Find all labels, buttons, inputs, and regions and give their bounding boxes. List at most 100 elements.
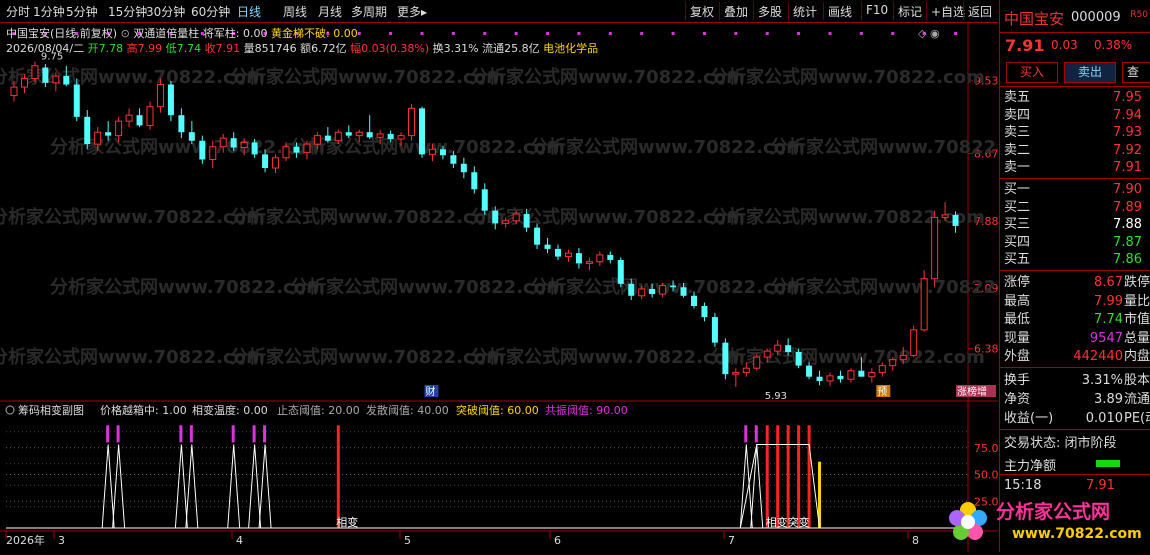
- candle-body: [31, 65, 39, 80]
- stat2-row: 换手 3.31% 股本: [1002, 372, 1150, 390]
- sub-header-item: 筹码相变副图: [18, 403, 84, 417]
- period-tab-5[interactable]: 60分钟: [191, 3, 230, 20]
- stat2-label-2: 流通: [1124, 392, 1150, 407]
- period-tab-2[interactable]: 5分钟: [66, 3, 98, 20]
- stat-row: 现量 9547 总量: [1002, 330, 1150, 348]
- candle-body: [596, 254, 604, 263]
- candle-body: [847, 370, 855, 380]
- candle-body: [564, 252, 572, 258]
- candle-body: [293, 146, 300, 153]
- bid-row[interactable]: 买三 7.88: [1002, 217, 1148, 233]
- ask-label: 卖五: [1004, 90, 1031, 105]
- period-tab-10[interactable]: 更多▸: [397, 3, 427, 20]
- candle-body: [826, 375, 834, 382]
- period-tab-7[interactable]: 周线: [283, 3, 307, 20]
- candle-body: [136, 115, 143, 126]
- bid-price: 7.90: [1113, 182, 1142, 197]
- tool-button-5[interactable]: F10: [866, 3, 888, 17]
- period-tab-3[interactable]: 15分钟: [108, 3, 147, 20]
- buy-button[interactable]: 买入: [1006, 62, 1058, 83]
- candle-body: [439, 149, 446, 156]
- signal-dot: [671, 32, 675, 35]
- candle-body: [763, 350, 771, 358]
- bid-row[interactable]: 买五 7.86: [1002, 252, 1148, 268]
- sub-breakout-bar: [765, 425, 769, 528]
- candle-body: [753, 356, 761, 369]
- indicator-name[interactable]: 双通道倍量柱: [133, 27, 199, 40]
- ask-row[interactable]: 卖二 7.92: [1002, 143, 1148, 159]
- ask-row[interactable]: 卖一 7.91: [1002, 160, 1148, 176]
- period-tab-8[interactable]: 月线: [318, 3, 342, 20]
- bid-row[interactable]: 买二 7.89: [1002, 200, 1148, 216]
- ask-row[interactable]: 卖五 7.95: [1002, 90, 1148, 106]
- dropdown-icon[interactable]: ⊙: [121, 27, 130, 40]
- tool-button-7[interactable]: +自选: [931, 3, 965, 20]
- watermark-text: 分析家公式网www.70822.com: [0, 346, 265, 368]
- tool-button-8[interactable]: 返回: [968, 3, 992, 20]
- tool-button-2[interactable]: 多股: [758, 3, 782, 20]
- ask-label: 卖一: [1004, 160, 1031, 175]
- bid-price: 7.86: [1113, 252, 1142, 267]
- ask-label: 卖二: [1004, 142, 1031, 158]
- candle-body: [240, 141, 248, 149]
- candle-body: [105, 132, 112, 136]
- candle-body: [387, 133, 394, 140]
- stat-label: 外盘: [1004, 349, 1031, 364]
- period-tab-9[interactable]: 多周期: [351, 3, 387, 20]
- kline-chart[interactable]: 9.538.677.887.096.38分析家公式网www.70822.com分…: [0, 23, 1045, 552]
- ask-label: 卖三: [1004, 125, 1031, 140]
- candle-body: [816, 376, 823, 381]
- low-label: 低7.74: [165, 42, 202, 55]
- x-axis-label: 4: [236, 534, 243, 547]
- watermark-text: 分析家公式网www.70822.com: [470, 66, 745, 88]
- candle-body: [795, 352, 802, 366]
- stat2-value: 0.010: [1085, 411, 1123, 426]
- bid-row[interactable]: 买四 7.87: [1002, 235, 1148, 251]
- stat-label: 现量: [1004, 330, 1031, 346]
- stat2-label-2: PE(动: [1124, 411, 1150, 426]
- stat-value: 8.67: [1094, 275, 1123, 290]
- stat2-label: 换手: [1004, 373, 1031, 388]
- signal-dot: [451, 32, 455, 35]
- candle-body: [125, 114, 133, 122]
- period-tab-4[interactable]: 30分钟: [146, 3, 185, 20]
- candle-body: [471, 172, 478, 190]
- sub-spike: [248, 444, 262, 529]
- tool-button-3[interactable]: 统计: [793, 3, 817, 20]
- bid-row[interactable]: 买一 7.90: [1002, 182, 1148, 198]
- candle-body: [722, 342, 729, 375]
- sector-label[interactable]: 电池化学品: [543, 42, 598, 55]
- netflow-label: 主力净额: [1004, 459, 1057, 474]
- stat2-label: 净资: [1004, 392, 1031, 407]
- jiangjunzhu-value: 将军柱: 0.00: [202, 27, 268, 40]
- tool-button-6[interactable]: 标记: [898, 3, 922, 20]
- period-tab-0[interactable]: 分时: [6, 3, 30, 20]
- sub-breakout-bar: [776, 425, 780, 528]
- signal-dot: [765, 32, 769, 35]
- float-cap-label: 流通25.8亿: [482, 42, 540, 55]
- ask-row[interactable]: 卖四 7.94: [1002, 108, 1148, 124]
- candle-body: [732, 371, 740, 375]
- quote-panel: 中国宝安 000009 R50 7.91 0.03 0.38% 买入 卖出 查 …: [999, 0, 1150, 552]
- tool-button-0[interactable]: 复权: [690, 3, 714, 20]
- tool-button-1[interactable]: 叠加: [724, 3, 748, 20]
- period-tab-6[interactable]: 日线: [237, 3, 261, 20]
- signal-dot: [702, 32, 706, 35]
- candle-body: [282, 146, 290, 159]
- query-button[interactable]: 查: [1122, 62, 1150, 83]
- watermark-text: 分析家公式网www.70822.com: [710, 66, 985, 88]
- ask-price: 7.93: [1113, 125, 1142, 140]
- sub-header-item: 发散阈值: 40.00: [366, 403, 449, 417]
- period-toolbar: 分时 1分钟 5分钟 15分钟 30分钟 60分钟 日线 周线 月线 多周期 更多▸ 复权 叠加 多股 统计…: [0, 0, 998, 23]
- candle-body: [334, 131, 342, 142]
- sub-spike: [739, 444, 753, 529]
- candle-body: [868, 371, 876, 378]
- ask-price: 7.91: [1113, 160, 1142, 175]
- period-tab-1[interactable]: 1分钟: [33, 3, 65, 20]
- tool-button-4[interactable]: 画线: [828, 3, 852, 20]
- candle-body: [941, 214, 949, 218]
- signal-dot: [577, 32, 581, 35]
- ask-row[interactable]: 卖三 7.93: [1002, 125, 1148, 141]
- stat-row: 最低 7.74 市值: [1002, 311, 1150, 329]
- sell-button[interactable]: 卖出: [1064, 62, 1116, 83]
